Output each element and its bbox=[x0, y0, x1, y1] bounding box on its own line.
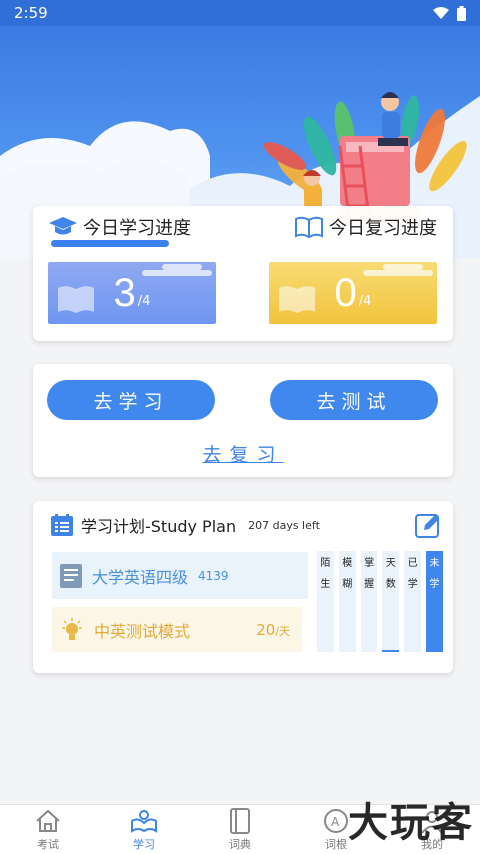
word-status-bar-label: 模 糊 bbox=[342, 558, 353, 590]
per-day-unit: /天 bbox=[275, 624, 290, 638]
per-day-value: 20 bbox=[256, 620, 276, 639]
word-book-icon bbox=[60, 563, 82, 588]
review-total-count: /4 bbox=[358, 293, 372, 309]
tab-label: 考试 bbox=[37, 838, 59, 851]
dictionary-icon bbox=[229, 806, 251, 836]
word-status-bar: 已 学 bbox=[404, 551, 422, 652]
word-status-bars: 陌 生模 糊掌 握天 数已 学未 学 bbox=[317, 551, 443, 652]
go-review-link-wrap: 去复习 bbox=[33, 440, 453, 467]
go-test-button[interactable]: 去测试 bbox=[270, 380, 438, 420]
word-status-bar: 未 学 bbox=[426, 551, 443, 652]
today-study-tab[interactable]: 今日学习进度 bbox=[49, 214, 191, 240]
test-mode-name: 中英测试模式 bbox=[94, 621, 191, 641]
word-status-bar-fill bbox=[382, 649, 400, 652]
status-icons bbox=[433, 5, 466, 21]
book-icon bbox=[58, 286, 94, 313]
test-mode-row[interactable]: 中英测试模式 20/天 bbox=[52, 607, 302, 652]
word-book-row[interactable]: 大学英语四级 4139 bbox=[52, 552, 308, 599]
book-icon bbox=[279, 286, 315, 313]
home-icon bbox=[35, 806, 61, 836]
study-done-count: 3 bbox=[113, 270, 136, 315]
plan-header: 学习计划-Study Plan 207 days left bbox=[51, 513, 320, 537]
svg-text:A: A bbox=[331, 815, 340, 829]
word-status-bar: 掌 握 bbox=[360, 551, 378, 652]
tab-label: 词根 bbox=[325, 838, 347, 851]
study-icon bbox=[130, 806, 158, 836]
plan-days-left: 207 days left bbox=[248, 518, 320, 532]
go-study-button[interactable]: 去学习 bbox=[47, 380, 215, 420]
word-book-count: 4139 bbox=[198, 568, 229, 583]
word-book-name: 大学英语四级 bbox=[92, 567, 189, 587]
today-study-label: 今日学习进度 bbox=[83, 218, 191, 239]
word-status-bar-label: 已 学 bbox=[407, 558, 418, 590]
word-status-bar-label: 陌 生 bbox=[320, 558, 331, 590]
today-progress-card: 今日学习进度 今日复习进度 3 /4 0 /4 bbox=[33, 206, 453, 341]
word-status-bar: 陌 生 bbox=[317, 551, 334, 652]
study-total-count: /4 bbox=[137, 293, 151, 309]
cloud-icon bbox=[142, 264, 212, 276]
wifi-icon bbox=[433, 7, 449, 19]
go-review-link[interactable]: 去复习 bbox=[202, 444, 283, 466]
review-progress-tile[interactable]: 0 /4 bbox=[269, 262, 437, 324]
active-tab-indicator bbox=[51, 240, 169, 247]
battery-icon bbox=[457, 5, 466, 21]
study-progress-tile[interactable]: 3 /4 bbox=[48, 262, 216, 324]
graduation-cap-icon bbox=[49, 217, 77, 235]
plan-title: 学习计划-Study Plan bbox=[81, 517, 237, 536]
word-status-bar-label: 掌 握 bbox=[364, 558, 375, 590]
tab-label: 词典 bbox=[229, 838, 251, 851]
tab-study[interactable]: 学习 bbox=[96, 805, 192, 854]
word-status-bar: 天 数 bbox=[382, 551, 400, 652]
actions-card: 去学习 去测试 去复习 bbox=[33, 364, 453, 477]
word-root-icon: A bbox=[323, 806, 349, 836]
lightbulb-icon bbox=[62, 617, 82, 640]
status-time: 2:59 bbox=[14, 4, 48, 22]
status-bar: 2:59 bbox=[0, 0, 480, 26]
word-status-bar: 模 糊 bbox=[338, 551, 356, 652]
study-plan-card: 学习计划-Study Plan 207 days left 大学英语四级 413… bbox=[33, 501, 453, 673]
watermark-text: 大玩客 bbox=[348, 800, 474, 846]
edit-icon[interactable] bbox=[415, 512, 441, 538]
open-book-icon bbox=[295, 216, 323, 238]
review-done-count: 0 bbox=[334, 270, 357, 315]
tab-home[interactable]: 考试 bbox=[0, 805, 96, 854]
word-status-bar-label: 天 数 bbox=[385, 558, 396, 590]
tab-label: 学习 bbox=[133, 838, 155, 851]
list-icon bbox=[51, 514, 73, 536]
cloud-icon bbox=[363, 264, 433, 276]
word-status-bar-label: 未 学 bbox=[429, 558, 440, 590]
today-review-tab[interactable]: 今日复习进度 bbox=[295, 214, 437, 240]
today-review-label: 今日复习进度 bbox=[329, 218, 437, 239]
tab-dictionary[interactable]: 词典 bbox=[192, 805, 288, 854]
per-day-words: 20/天 bbox=[256, 621, 290, 639]
